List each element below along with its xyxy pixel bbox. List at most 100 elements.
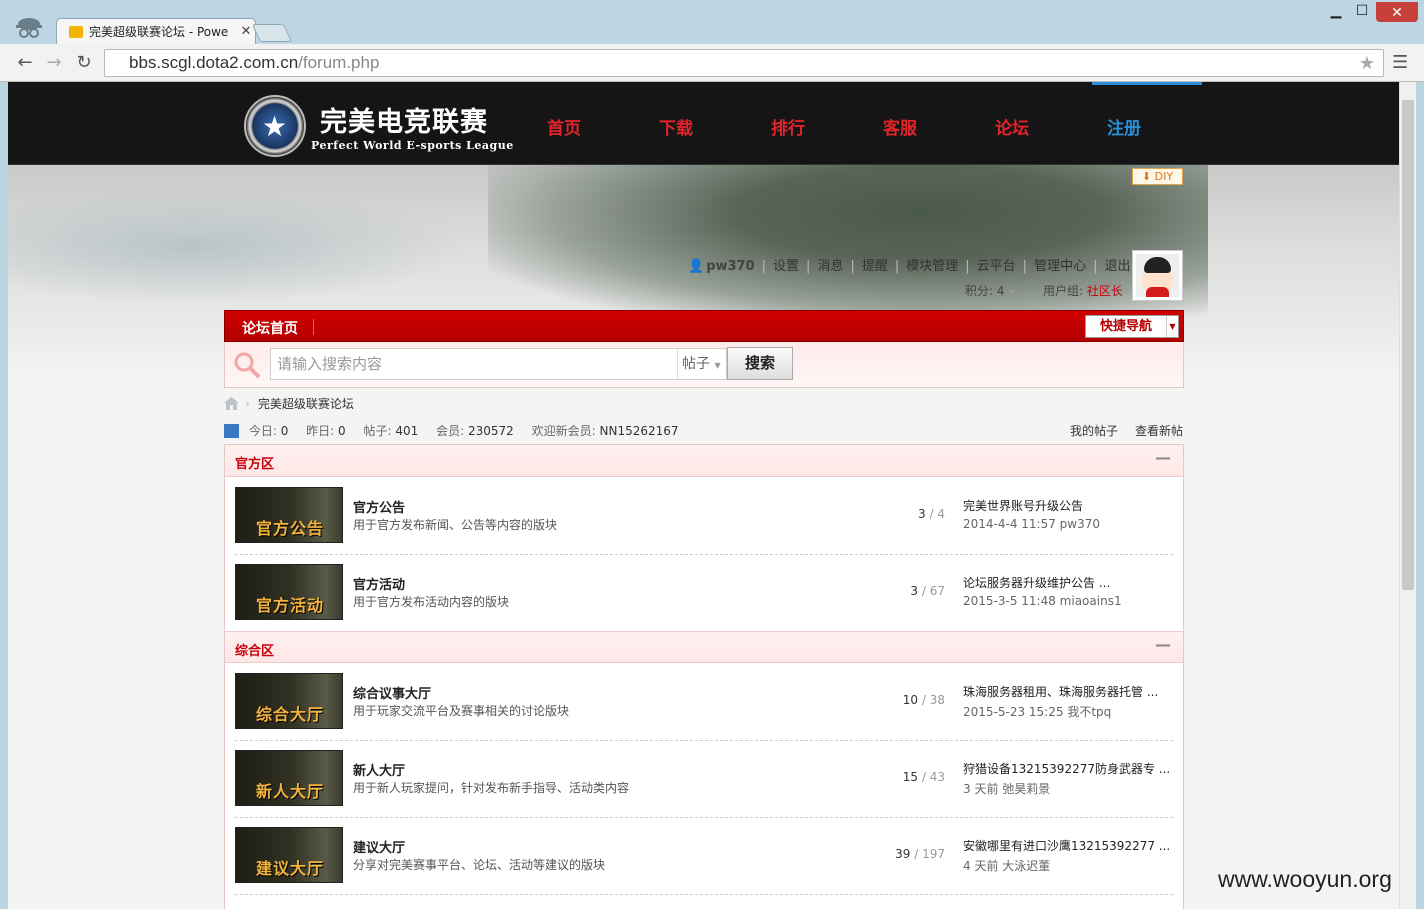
forum-home-link[interactable]: 论坛首页 xyxy=(242,318,298,338)
board-name[interactable]: 新人大厅 xyxy=(353,760,405,779)
board-name[interactable]: 综合议事大厅 xyxy=(353,683,431,702)
stat-label: 会员: xyxy=(436,424,465,438)
close-window-button[interactable]: ✕ xyxy=(1376,2,1418,22)
board-list: 官方区 — 官方公告 官方公告 用于官方发布新闻、公告等内容的版块 3 / 4 … xyxy=(224,444,1184,909)
search-icon xyxy=(233,351,261,379)
breadcrumb-forum-link[interactable]: 完美超级联赛论坛 xyxy=(258,397,354,411)
board-count: 3 / 4 xyxy=(918,507,945,521)
user-link-module-manage[interactable]: 模块管理 xyxy=(906,259,958,274)
url-path: /forum.php xyxy=(298,53,380,72)
user-link-admin[interactable]: 管理中心 xyxy=(1034,259,1086,274)
reload-icon[interactable]: ↻ xyxy=(73,52,95,74)
board-name[interactable]: 建议大厅 xyxy=(353,837,405,856)
board-thumbnail[interactable]: 新人大厅 xyxy=(235,750,343,806)
bookmark-star-icon[interactable]: ★ xyxy=(1359,50,1375,76)
back-arrow-icon[interactable]: ← xyxy=(14,52,36,74)
maximize-window-button[interactable]: ☐ xyxy=(1350,0,1374,22)
stat-label: 昨日: xyxy=(306,424,335,438)
board-row: 官方公告 官方公告 用于官方发布新闻、公告等内容的版块 3 / 4 完美世界账号… xyxy=(235,478,1173,555)
forward-arrow-icon[interactable]: → xyxy=(43,52,65,74)
new-tab-button[interactable] xyxy=(251,24,293,42)
board-thumbnail[interactable]: 官方活动 xyxy=(235,564,343,620)
board-count: 3 / 67 xyxy=(910,584,945,598)
board-thumbnail[interactable]: 建议大厅 xyxy=(235,827,343,883)
chevron-down-icon: ▼ xyxy=(714,361,721,370)
new-threads-link[interactable]: 查看新帖 xyxy=(1135,422,1183,439)
url-host: bbs.scgl.dota2.com.cn xyxy=(129,53,299,72)
user-link-messages[interactable]: 消息 xyxy=(817,259,843,274)
board-name[interactable]: 官方活动 xyxy=(353,574,405,593)
collapse-icon[interactable]: — xyxy=(1155,635,1171,654)
nav-support[interactable]: 客服 xyxy=(883,114,917,139)
address-bar[interactable]: bbs.scgl.dota2.com.cn/forum.php ★ xyxy=(104,49,1384,77)
board-threads: 39 xyxy=(895,847,911,861)
board-posts: 4 xyxy=(937,507,945,521)
search-button[interactable]: 搜索 xyxy=(727,347,793,380)
stat-members: 会员: 230572 xyxy=(436,424,514,438)
category-title[interactable]: 官方区 xyxy=(235,453,274,472)
chevron-down-icon: ▼ xyxy=(1008,288,1015,297)
nav-download[interactable]: 下载 xyxy=(659,114,693,139)
board-thumbnail[interactable]: 官方公告 xyxy=(235,487,343,543)
last-post-meta[interactable]: 4 天前 大泳迟董 xyxy=(963,857,1173,874)
quick-nav-button[interactable]: 快捷导航 ▼ xyxy=(1085,315,1179,338)
last-post-meta[interactable]: 2015-5-23 15:25 我不tpq xyxy=(963,703,1173,720)
scrollbar-thumb[interactable] xyxy=(1402,100,1414,590)
credits-dropdown[interactable]: 积分: 4 ▼ xyxy=(965,282,1014,299)
stat-newest-member: 欢迎新会员: NN15262167 xyxy=(532,424,679,438)
nav-forum[interactable]: 论坛 xyxy=(995,114,1029,139)
board-posts: 197 xyxy=(922,847,945,861)
stat-value: 0 xyxy=(280,424,289,438)
incognito-icon xyxy=(12,14,46,40)
forum-stats: 今日: 0 昨日: 0 帖子: 401 会员: 230572 欢迎新会员: NN… xyxy=(224,422,693,439)
stat-value: 401 xyxy=(395,424,419,438)
nav-ranking[interactable]: 排行 xyxy=(771,114,805,139)
site-logo-title[interactable]: 完美电竞联赛 xyxy=(320,100,488,139)
collapse-icon[interactable]: — xyxy=(1155,448,1171,467)
credits-label: 积分: 4 xyxy=(965,284,1005,298)
browser-tab-active[interactable]: 完美超级联赛论坛 - Powe ✕ xyxy=(56,18,256,44)
board-row: 官方活动 官方活动 用于官方发布活动内容的版块 3 / 67 论坛服务器升级维护… xyxy=(235,555,1173,632)
nav-register[interactable]: 注册 xyxy=(1107,114,1141,139)
last-post-meta[interactable]: 2015-3-5 11:48 miaoains1 xyxy=(963,594,1173,608)
browser-toolbar: ← → ↻ bbs.scgl.dota2.com.cn/forum.php ★ … xyxy=(0,44,1424,82)
last-post-title[interactable]: 论坛服务器升级维护公告 ... xyxy=(963,576,1110,590)
last-post-title[interactable]: 狩猎设备13215392277防身武器专 ... xyxy=(963,762,1170,776)
last-post-title[interactable]: 安徽哪里有进口沙鹰13215392277 ... xyxy=(963,839,1170,853)
site-favicon-icon xyxy=(69,25,83,38)
board-row: 建议大厅 建议大厅 分享对完美赛事平台、论坛、活动等建议的版块 39 / 197… xyxy=(235,818,1173,895)
user-link-logout[interactable]: 退出 xyxy=(1104,259,1130,274)
username-link[interactable]: pw370 xyxy=(706,259,754,274)
user-link-cloud[interactable]: 云平台 xyxy=(977,259,1016,274)
last-post-title[interactable]: 完美世界账号升级公告 xyxy=(963,499,1083,513)
category-header: 综合区 — xyxy=(225,631,1183,663)
logo-star-icon: ★ xyxy=(262,110,288,143)
user-icon: 👤 xyxy=(688,259,705,274)
last-post-title[interactable]: 珠海服务器租用、珠海服务器托管 ... xyxy=(963,685,1158,699)
banner-glow xyxy=(8,185,468,305)
user-link-settings[interactable]: 设置 xyxy=(773,259,799,274)
avatar[interactable] xyxy=(1132,250,1183,301)
search-input[interactable]: 请输入搜索内容 xyxy=(270,348,678,380)
browser-menu-icon[interactable]: ☰ xyxy=(1392,52,1414,73)
thumbnail-text: 官方活动 xyxy=(256,596,325,615)
board-name[interactable]: 官方公告 xyxy=(353,497,405,516)
stat-label: 欢迎新会员: xyxy=(531,424,596,438)
minimize-window-button[interactable]: ▁ xyxy=(1324,0,1348,22)
board-row: 综合大厅 综合议事大厅 用于玩家交流平台及赛事相关的讨论版块 10 / 38 珠… xyxy=(235,664,1173,741)
page-scrollbar[interactable] xyxy=(1399,82,1416,909)
usergroup-value[interactable]: 社区长 xyxy=(1087,284,1123,298)
user-link-notices[interactable]: 提醒 xyxy=(862,259,888,274)
search-type-select[interactable]: 帖子 ▼ xyxy=(677,348,727,380)
my-threads-link[interactable]: 我的帖子 xyxy=(1070,422,1118,439)
last-post-meta[interactable]: 3 天前 弛昊莉景 xyxy=(963,780,1173,797)
board-description: 用于官方发布新闻、公告等内容的版块 xyxy=(353,518,558,532)
home-icon[interactable] xyxy=(224,397,239,410)
newest-member-link[interactable]: NN15262167 xyxy=(600,424,679,438)
category-title[interactable]: 综合区 xyxy=(235,640,274,659)
diy-button[interactable]: ⬇ DIY xyxy=(1132,168,1183,185)
stat-posts: 帖子: 401 xyxy=(364,424,419,438)
board-thumbnail[interactable]: 综合大厅 xyxy=(235,673,343,729)
nav-home[interactable]: 首页 xyxy=(547,114,581,139)
last-post-meta[interactable]: 2014-4-4 11:57 pw370 xyxy=(963,517,1173,531)
